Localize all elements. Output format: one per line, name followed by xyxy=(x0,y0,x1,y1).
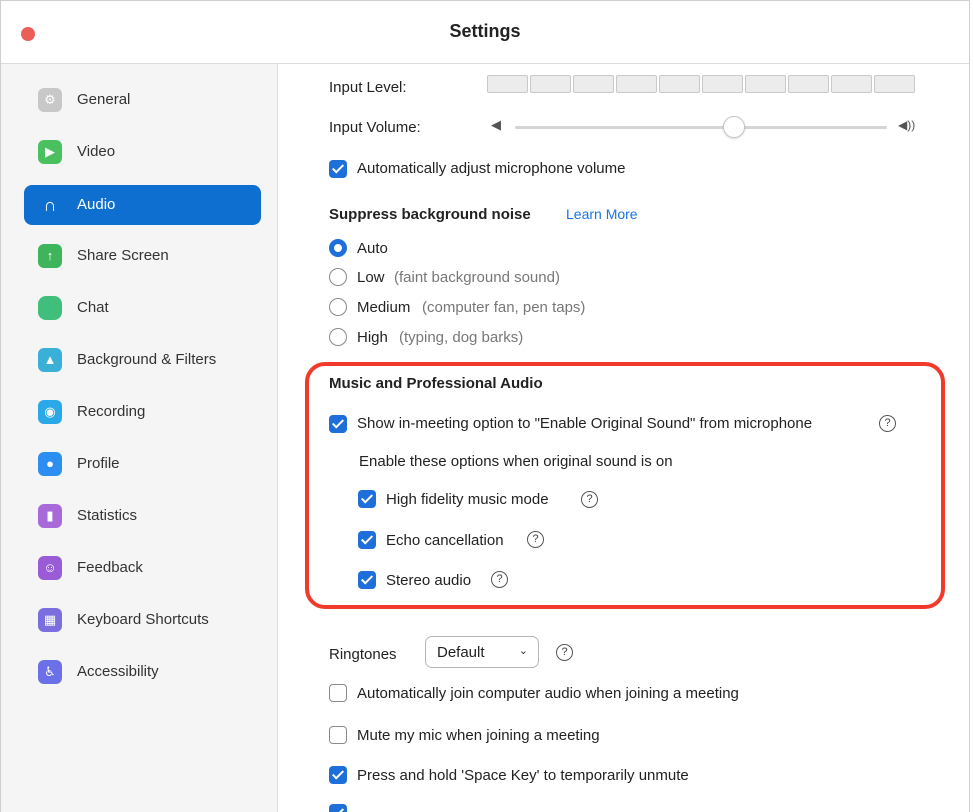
share-screen-icon: ↑ xyxy=(38,244,62,268)
statistics-bars-icon: ▮ xyxy=(38,504,62,528)
music-audio-title: Music and Professional Audio xyxy=(329,375,543,392)
keyboard-icon: ▦ xyxy=(38,608,62,632)
stereo-audio-label: Stereo audio xyxy=(386,572,472,589)
audio-settings-panel: Input Level: Input Volume: ◀ ◀)) Automat… xyxy=(278,64,969,812)
echo-cancellation-label: Echo cancellation xyxy=(386,532,504,549)
input-volume-label: Input Volume: xyxy=(329,119,421,136)
hifi-music-label: High fidelity music mode xyxy=(386,491,549,508)
sidebar-item-audio[interactable]: ∩ Audio xyxy=(24,185,261,225)
window-title: Settings xyxy=(449,21,521,41)
noise-high-hint: (typing, dog barks) xyxy=(399,329,524,346)
chevron-down-icon: ⌄ xyxy=(518,645,528,657)
sidebar-item-label: Recording xyxy=(77,403,146,420)
sidebar-item-accessibility[interactable]: ♿ Accessibility xyxy=(24,652,261,692)
sidebar-item-label: Statistics xyxy=(77,507,138,524)
mute-mic-checkbox[interactable] xyxy=(329,726,347,744)
sidebar-item-feedback[interactable]: ☺ Feedback xyxy=(24,548,261,588)
gear-icon: ⚙ xyxy=(38,88,62,112)
noise-auto-radio[interactable] xyxy=(329,239,347,257)
volume-high-icon: ◀)) xyxy=(898,118,916,132)
space-key-unmute-label: Press and hold 'Space Key' to temporaril… xyxy=(357,767,689,784)
original-sound-label: Show in-meeting option to "Enable Origin… xyxy=(357,415,813,432)
noise-auto-label: Auto xyxy=(357,240,388,257)
accessibility-icon: ♿ xyxy=(38,660,62,684)
stereo-help-icon[interactable]: ? xyxy=(491,571,508,588)
sidebar-item-profile[interactable]: ● Profile xyxy=(24,444,261,484)
ringtone-select-value: Default xyxy=(437,644,485,661)
sidebar-item-general[interactable]: ⚙ General xyxy=(24,80,261,120)
noise-medium-radio[interactable] xyxy=(329,298,347,316)
input-level-meter xyxy=(487,75,917,93)
recording-icon: ◉ xyxy=(38,400,62,424)
noise-medium-label: Medium xyxy=(357,299,411,316)
sidebar-item-background-filters[interactable]: ▲ Background & Filters xyxy=(24,340,261,380)
noise-low-label: Low xyxy=(357,269,385,286)
input-volume-slider-thumb[interactable] xyxy=(723,116,745,138)
sidebar-item-label: Chat xyxy=(77,299,109,316)
hifi-help-icon[interactable]: ? xyxy=(581,491,598,508)
auto-join-audio-label: Automatically join computer audio when j… xyxy=(357,685,739,702)
auto-join-audio-checkbox[interactable] xyxy=(329,684,347,702)
ringtones-help-icon[interactable]: ? xyxy=(556,644,573,661)
sidebar-item-share-screen[interactable]: ↑ Share Screen xyxy=(24,236,261,276)
feedback-smiley-icon: ☺ xyxy=(38,556,62,580)
background-person-icon: ▲ xyxy=(38,348,62,372)
sidebar-item-video[interactable]: ▶ Video xyxy=(24,132,261,172)
noise-high-label: High xyxy=(357,329,388,346)
sidebar-item-label: Keyboard Shortcuts xyxy=(77,611,209,628)
sidebar-item-label: Accessibility xyxy=(77,663,159,680)
sidebar-item-label: General xyxy=(77,91,131,108)
echo-help-icon[interactable]: ? xyxy=(527,531,544,548)
profile-person-icon: ● xyxy=(38,452,62,476)
volume-low-icon: ◀ xyxy=(491,117,501,132)
learn-more-link[interactable]: Learn More xyxy=(566,206,638,222)
sidebar-item-label: Share Screen xyxy=(77,247,169,264)
noise-low-hint: (faint background sound) xyxy=(394,269,560,286)
original-sound-note: Enable these options when original sound… xyxy=(359,453,673,470)
sidebar-item-label: Profile xyxy=(77,455,120,472)
ringtones-label: Ringtones xyxy=(329,646,397,663)
settings-sidebar: ⚙ General ▶ Video ∩ Audio ↑ Share Screen… xyxy=(1,64,278,812)
sidebar-item-label: Video xyxy=(77,143,116,160)
original-sound-help-icon[interactable]: ? xyxy=(879,415,896,432)
auto-adjust-volume-label: Automatically adjust microphone volume xyxy=(357,160,626,177)
sidebar-item-label: Background & Filters xyxy=(77,351,217,368)
sidebar-item-recording[interactable]: ◉ Recording xyxy=(24,392,261,432)
suppress-noise-title: Suppress background noise xyxy=(329,206,531,223)
stereo-audio-checkbox[interactable] xyxy=(358,571,376,589)
sidebar-item-chat[interactable]: Chat xyxy=(24,288,261,328)
headphones-icon: ∩ xyxy=(43,195,57,215)
space-key-unmute-checkbox[interactable] xyxy=(329,766,347,784)
sidebar-item-label: Feedback xyxy=(77,559,143,576)
input-volume-slider[interactable] xyxy=(515,126,887,129)
settings-window: Settings ⚙ General ▶ Video ∩ Audio ↑ Sha… xyxy=(0,0,970,812)
noise-medium-hint: (computer fan, pen taps) xyxy=(422,299,586,316)
title-bar: Settings xyxy=(1,1,969,64)
ringtone-select[interactable]: Default ⌄ xyxy=(425,636,539,668)
sidebar-item-keyboard-shortcuts[interactable]: ▦ Keyboard Shortcuts xyxy=(24,600,261,640)
hifi-music-checkbox[interactable] xyxy=(358,490,376,508)
chat-bubble-icon xyxy=(38,296,62,320)
noise-low-radio[interactable] xyxy=(329,268,347,286)
echo-cancellation-checkbox[interactable] xyxy=(358,531,376,549)
sidebar-item-label: Audio xyxy=(77,196,116,213)
original-sound-checkbox[interactable] xyxy=(329,415,347,433)
noise-high-radio[interactable] xyxy=(329,328,347,346)
sidebar-item-statistics[interactable]: ▮ Statistics xyxy=(24,496,261,536)
auto-adjust-volume-checkbox[interactable] xyxy=(329,160,347,178)
video-camera-icon: ▶ xyxy=(38,140,62,164)
mute-mic-label: Mute my mic when joining a meeting xyxy=(357,727,600,744)
input-level-label: Input Level: xyxy=(329,79,407,96)
